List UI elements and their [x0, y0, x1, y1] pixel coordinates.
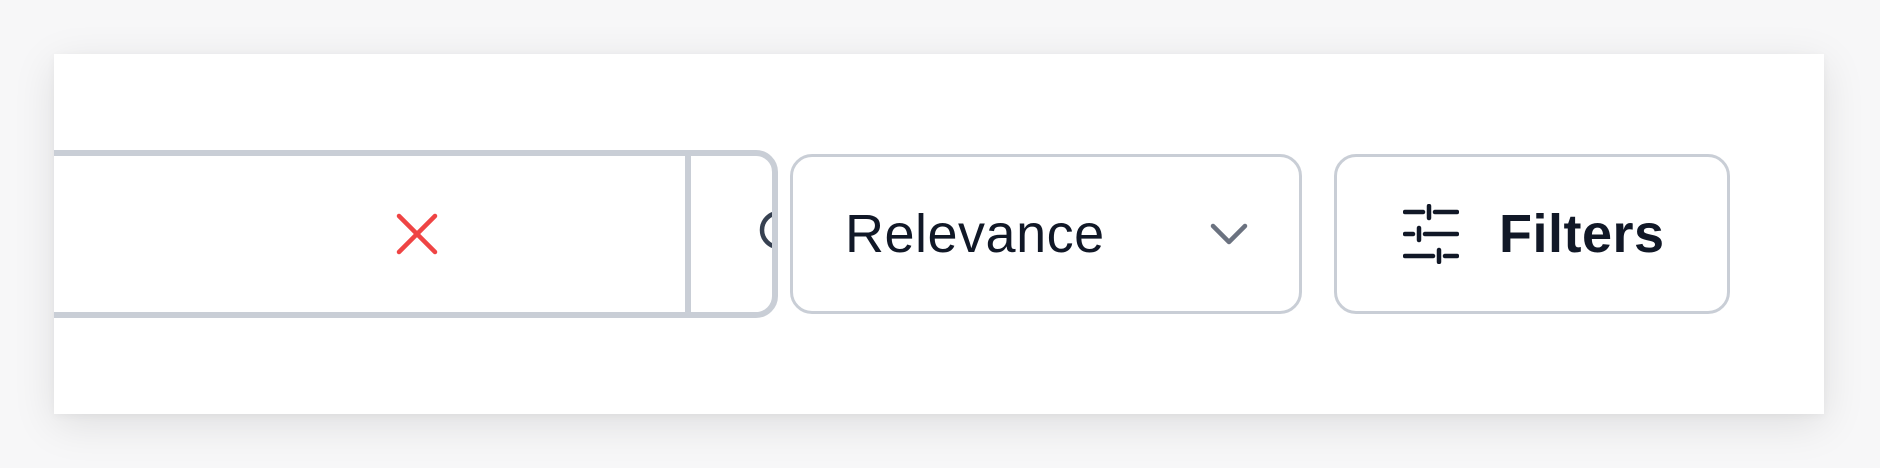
page-background: Relevance Filters [0, 0, 1880, 468]
search-submit-button[interactable] [685, 156, 772, 312]
clear-search-button[interactable] [390, 207, 444, 261]
filters-button[interactable]: Filters [1334, 154, 1730, 314]
close-icon [396, 213, 438, 255]
chevron-down-icon [1210, 223, 1248, 245]
search-group [54, 150, 778, 318]
toolbar-panel: Relevance Filters [54, 54, 1824, 414]
sliders-icon [1403, 204, 1459, 264]
sort-selected-value: Relevance [845, 204, 1105, 264]
filters-button-label: Filters [1499, 204, 1665, 264]
sort-select[interactable]: Relevance [790, 154, 1302, 314]
search-input[interactable] [54, 156, 685, 312]
search-icon [759, 212, 772, 248]
